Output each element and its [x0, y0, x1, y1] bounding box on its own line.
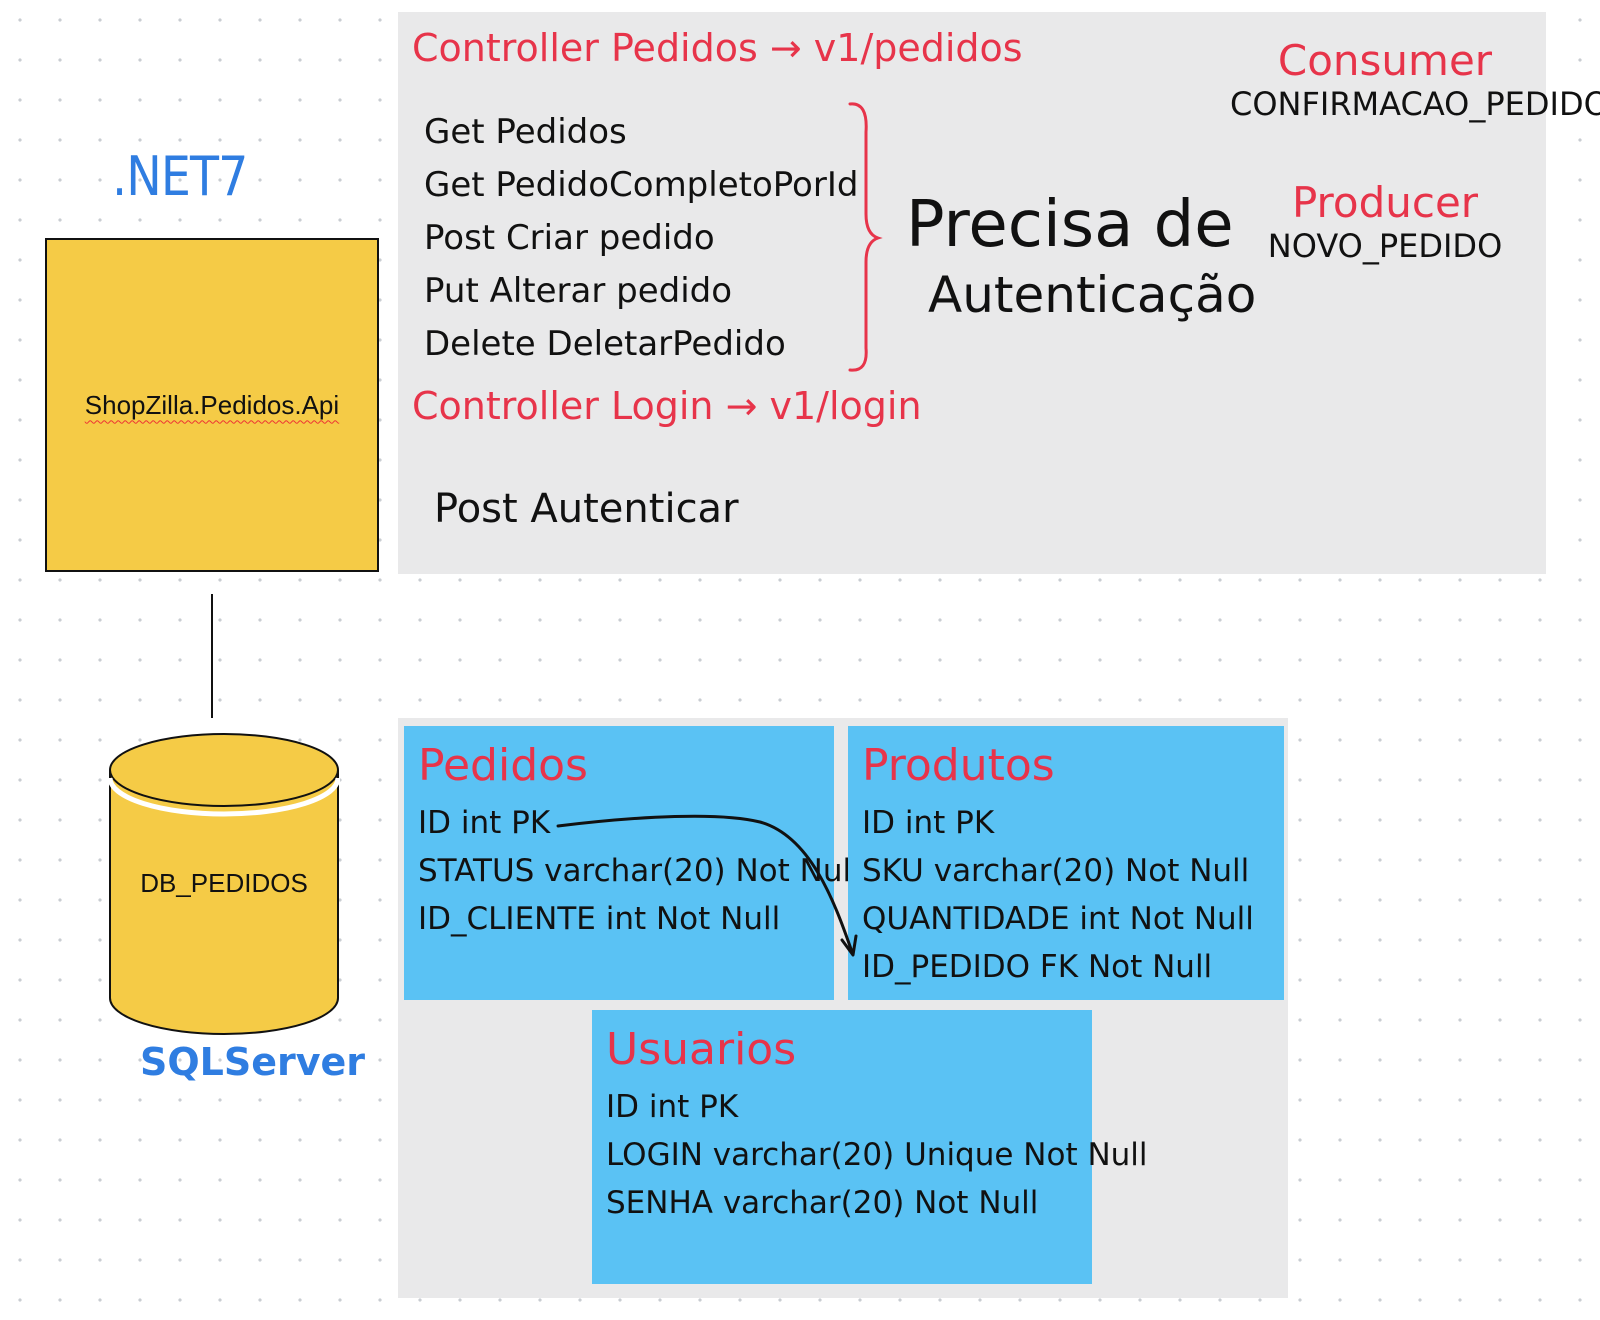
table-pedidos: Pedidos ID int PK STATUS varchar(20) Not…	[404, 726, 860, 1000]
auth-note-line1: Precisa de	[906, 188, 1234, 262]
table-title: Pedidos	[418, 740, 588, 791]
table-title: Usuarios	[606, 1024, 797, 1075]
table-produtos: Produtos ID int PK SKU varchar(20) Not N…	[848, 726, 1284, 1000]
controller-pedidos-title: Controller Pedidos → v1/pedidos	[412, 26, 1023, 70]
endpoint-item: Post Autenticar	[434, 486, 739, 532]
producer-queue: NOVO_PEDIDO	[1267, 227, 1503, 265]
table-column: ID int PK	[606, 1089, 739, 1125]
table-usuarios: Usuarios ID int PK LOGIN varchar(20) Uni…	[592, 1010, 1148, 1284]
controller-login-title: Controller Login → v1/login	[412, 384, 922, 428]
producer-title: Producer	[1291, 178, 1479, 227]
pedidos-endpoint-list: Get Pedidos Get PedidoCompletoPorId Post…	[424, 106, 858, 371]
table-column: ID int PK	[418, 805, 551, 841]
framework-label: .NET7	[112, 145, 248, 208]
auth-note-line2: Autenticação	[928, 266, 1257, 324]
table-column: ID int PK	[862, 805, 995, 841]
table-column: SENHA varchar(20) Not Null	[606, 1185, 1039, 1221]
database-name: DB_PEDIDOS	[140, 868, 308, 898]
table-column: ID_CLIENTE int Not Null	[418, 901, 781, 937]
curly-brace-icon	[848, 102, 883, 372]
database-engine-label: SQLServer	[140, 1040, 366, 1084]
endpoint-item: Get Pedidos	[424, 112, 627, 152]
table-column: QUANTIDADE int Not Null	[862, 901, 1254, 937]
table-column: STATUS varchar(20) Not Null	[418, 853, 860, 889]
auth-note: Precisa de Autenticação	[906, 188, 1256, 324]
consumer-title: Consumer	[1277, 36, 1493, 85]
endpoint-item: Delete DeletarPedido	[424, 324, 786, 364]
api-db-connector	[211, 594, 213, 718]
endpoint-item: Post Criar pedido	[424, 218, 715, 258]
endpoint-item: Put Alterar pedido	[424, 271, 733, 311]
consumer-block: Consumer CONFIRMACAO_PEDIDO	[1230, 36, 1600, 123]
table-column: LOGIN varchar(20) Unique Not Null	[606, 1137, 1148, 1173]
api-service-name: ShopZilla.Pedidos.Api	[84, 389, 340, 420]
endpoint-item: Get PedidoCompletoPorId	[424, 165, 859, 205]
producer-block: Producer NOVO_PEDIDO	[1230, 178, 1540, 265]
table-column: SKU varchar(20) Not Null	[862, 853, 1250, 889]
api-service-box: ShopZilla.Pedidos.Api	[45, 238, 379, 572]
consumer-queue: CONFIRMACAO_PEDIDO	[1230, 85, 1600, 123]
table-column: ID_PEDIDO FK Not Null	[862, 949, 1213, 985]
table-title: Produtos	[862, 740, 1055, 791]
